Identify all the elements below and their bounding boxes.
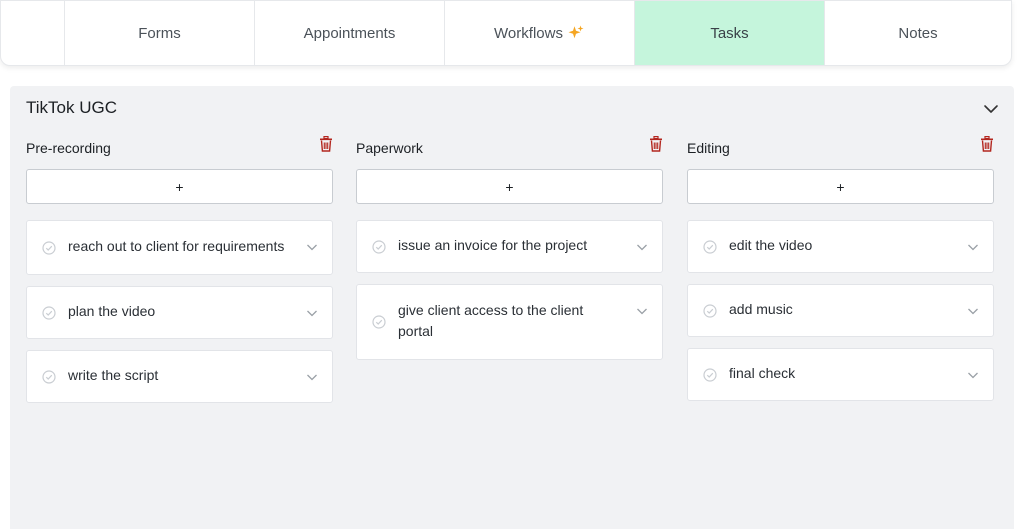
chevron-down-icon[interactable]: [636, 305, 648, 317]
add-task-button[interactable]: +: [687, 169, 994, 204]
task-column-editing: Editing + edit the video add music final…: [687, 134, 994, 412]
chevron-down-icon[interactable]: [636, 241, 648, 253]
check-circle-icon[interactable]: [42, 305, 56, 320]
add-task-button[interactable]: +: [356, 169, 663, 204]
task-text: give client access to the client portal: [398, 302, 584, 339]
add-task-button[interactable]: +: [26, 169, 333, 204]
task-card[interactable]: final check: [687, 348, 994, 401]
sparkle-icon: [568, 25, 584, 39]
task-card[interactable]: issue an invoice for the project: [356, 220, 663, 273]
task-text: issue an invoice for the project: [398, 237, 588, 253]
tab-bar-spacer: [1, 1, 65, 65]
card-list: reach out to client for requirements pla…: [26, 220, 333, 403]
task-text: reach out to client for requirements: [68, 238, 285, 254]
tab-tasks[interactable]: Tasks: [635, 1, 825, 65]
task-text: final check: [729, 365, 796, 381]
tab-label: Workflows: [494, 24, 563, 42]
check-circle-icon[interactable]: [42, 369, 56, 384]
task-text: edit the video: [729, 237, 813, 253]
check-circle-icon[interactable]: [42, 240, 56, 255]
column-header: Editing: [687, 134, 994, 162]
column-header: Pre-recording: [26, 134, 333, 162]
column-header: Paperwork: [356, 134, 663, 162]
card-list: edit the video add music final check: [687, 220, 994, 401]
chevron-down-icon[interactable]: [967, 241, 979, 253]
trash-icon[interactable]: [649, 136, 663, 152]
check-circle-icon[interactable]: [703, 367, 717, 382]
trash-icon[interactable]: [980, 136, 994, 152]
task-text: add music: [729, 301, 793, 317]
task-text: plan the video: [68, 303, 156, 319]
check-circle-icon[interactable]: [372, 315, 386, 329]
check-circle-icon[interactable]: [703, 303, 717, 318]
task-card[interactable]: reach out to client for requirements: [26, 220, 333, 275]
tab-label: Notes: [898, 24, 938, 42]
trash-icon[interactable]: [319, 136, 333, 152]
tab-label: Appointments: [303, 24, 396, 42]
chevron-down-icon[interactable]: [306, 307, 318, 319]
task-card[interactable]: add music: [687, 284, 994, 337]
tab-label: Tasks: [710, 24, 749, 42]
tab-bar: Forms Appointments Workflows Tasks Notes: [0, 0, 1012, 66]
check-circle-icon[interactable]: [703, 239, 717, 254]
chevron-down-icon[interactable]: [982, 100, 1000, 118]
task-column-pre-recording: Pre-recording + reach out to client for …: [26, 134, 333, 414]
column-title: Pre-recording: [26, 140, 111, 156]
chevron-down-icon[interactable]: [967, 305, 979, 317]
task-board: TikTok UGC Pre-recording + reach out to …: [10, 86, 1014, 529]
tab-workflows[interactable]: Workflows: [445, 1, 635, 65]
chevron-down-icon[interactable]: [306, 371, 318, 383]
card-list: issue an invoice for the project give cl…: [356, 220, 663, 360]
chevron-down-icon[interactable]: [967, 369, 979, 381]
tab-forms[interactable]: Forms: [65, 1, 255, 65]
task-card[interactable]: edit the video: [687, 220, 994, 273]
task-text: write the script: [68, 367, 159, 383]
tab-notes[interactable]: Notes: [825, 1, 1011, 65]
column-title: Editing: [687, 140, 730, 156]
task-card[interactable]: plan the video: [26, 286, 333, 339]
column-title: Paperwork: [356, 140, 423, 156]
task-card[interactable]: write the script: [26, 350, 333, 403]
check-circle-icon[interactable]: [372, 239, 386, 254]
task-card[interactable]: give client access to the client portal: [356, 284, 663, 360]
board-title: TikTok UGC: [26, 98, 117, 117]
chevron-down-icon[interactable]: [306, 241, 318, 253]
tab-label: Forms: [138, 24, 181, 42]
task-column-paperwork: Paperwork + issue an invoice for the pro…: [356, 134, 663, 371]
tab-appointments[interactable]: Appointments: [255, 1, 445, 65]
